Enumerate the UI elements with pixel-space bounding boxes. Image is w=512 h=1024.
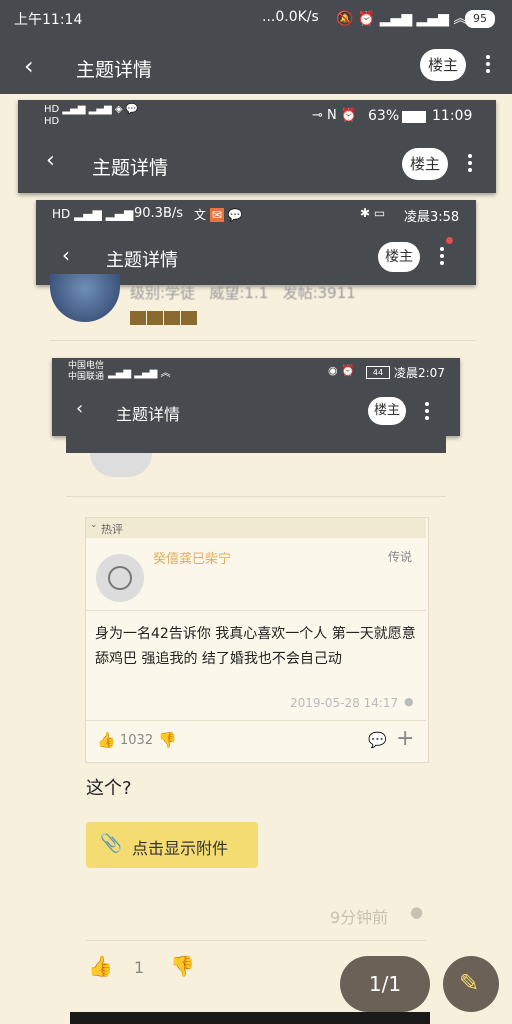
divider xyxy=(50,340,476,341)
commenter-name[interactable]: 癸僖龚巳柴宁 xyxy=(153,548,231,567)
back-button[interactable]: ‹ xyxy=(24,52,48,80)
bluetooth-icon: ✱ ▭ xyxy=(360,206,386,220)
battery-icon: 95 xyxy=(465,10,495,28)
show-attachment-button[interactable]: 📎 点击显示附件 xyxy=(86,822,258,868)
hot-comment-text: 身为一名42告诉你 我真心喜欢一个人 第一天就愿意舔鸡巴 强追我的 结了婚我也不… xyxy=(95,626,416,667)
divider xyxy=(66,496,446,497)
hot-section-header xyxy=(86,518,426,538)
notification-dot-icon xyxy=(446,237,453,244)
shot1-back-icon: ‹ xyxy=(46,148,55,173)
bottom-dark-strip xyxy=(70,1012,430,1024)
shot3-signal-icons: ▂▄▆ ▂▄▆ ︽ xyxy=(108,368,171,379)
badge-icons xyxy=(130,310,197,329)
signal-icon: ▂▄▆ xyxy=(379,11,413,27)
shot3-carriers: 中国电信 中国联通 xyxy=(68,361,105,382)
owner-only-button[interactable]: 楼主 xyxy=(420,49,466,81)
status-time: 上午11:14 xyxy=(14,12,83,28)
more-menu-button[interactable] xyxy=(482,52,494,76)
shot3-time: 凌晨2:07 xyxy=(394,366,445,380)
shot2-title: 主题详情 xyxy=(106,250,178,271)
divider xyxy=(86,720,426,721)
shot2-app-icons: 文 ✉ 💬 xyxy=(194,208,243,222)
shot3-back-icon: ‹ xyxy=(76,398,84,419)
comment-date: 2019-05-28 14:17 xyxy=(290,696,399,710)
cut-avatar xyxy=(90,453,152,477)
page-title: 主题详情 xyxy=(76,59,153,81)
shot3-owner-label: 楼主 xyxy=(368,397,406,425)
shot3-battery-icon: 44 xyxy=(366,366,390,379)
cut-header-strip xyxy=(66,436,446,453)
divider xyxy=(86,940,426,941)
commenter-rank: 传说 xyxy=(388,550,413,564)
commenter-avatar xyxy=(96,554,144,602)
key-icon: ⊸ N ⏰ xyxy=(312,108,358,123)
apple-icon: ● xyxy=(410,903,424,921)
attachment-label: 点击显示附件 xyxy=(132,839,229,858)
post-text: 这个? xyxy=(86,778,132,799)
avatar xyxy=(50,274,120,322)
hd-signal-icons: HD ▂▄▆ ▂▄▆ ◈ 💬 HD xyxy=(44,104,139,127)
shot1-time: 11:09 xyxy=(432,108,473,124)
hot-like-count: 1032 xyxy=(120,733,154,748)
hot-section-label: 热评 xyxy=(101,523,123,536)
shot3-more-icon xyxy=(422,399,432,423)
signal-icon: ▂▄▆ xyxy=(416,11,449,27)
hot-add-icon[interactable]: + xyxy=(396,726,414,751)
shot1-battery-text: 63% xyxy=(368,108,400,124)
mute-icon: 🔕 xyxy=(336,11,354,27)
page-indicator-button[interactable]: 1/1 xyxy=(340,956,430,1012)
chevron-down-icon: ⌄ xyxy=(90,520,98,530)
hot-dislike-icon[interactable]: 👎 xyxy=(158,731,177,749)
paperclip-icon: 📎 xyxy=(100,833,123,854)
shot2-more-icon xyxy=(436,244,448,268)
hot-comment-icon[interactable]: 💬 xyxy=(368,731,387,749)
apple-icon: ● xyxy=(404,695,414,708)
shot1-battery-icon xyxy=(402,111,426,123)
status-icons: 🔕 ⏰ ▂▄▆ ▂▄▆ ︽ xyxy=(336,8,467,28)
edit-icon: ✎ xyxy=(459,969,480,997)
shot2-owner-label: 楼主 xyxy=(378,242,420,272)
alarm-icon: ⏰ xyxy=(357,11,376,27)
network-speed: ...0.0K/s xyxy=(262,9,319,25)
shot3-status-icons: ◉ ⏰ xyxy=(328,364,355,377)
shot1-more-icon xyxy=(464,151,476,175)
divider xyxy=(86,610,426,611)
user-info: 级别:学徒 威望:1.1 发帖:3911 xyxy=(130,284,356,302)
shot3-title: 主题详情 xyxy=(116,405,181,424)
shot2-signal-icons: HD ▂▄▆ ▂▄▆ xyxy=(52,207,134,221)
shot1-owner-label: 楼主 xyxy=(402,148,448,180)
post-time: 9分钟前 xyxy=(330,908,389,927)
compose-button[interactable]: ✎ xyxy=(443,956,499,1012)
dislike-button[interactable]: 👎 xyxy=(170,954,195,978)
shot2-time: 凌晨3:58 xyxy=(404,210,460,225)
like-count: 1 xyxy=(134,958,145,977)
shot2-back-icon: ‹ xyxy=(62,243,70,267)
like-button[interactable]: 👍 xyxy=(88,954,113,978)
hot-like-icon[interactable]: 👍 xyxy=(97,731,116,749)
shot2-speed: 90.3B/s xyxy=(134,206,184,221)
shot1-title: 主题详情 xyxy=(92,157,169,179)
